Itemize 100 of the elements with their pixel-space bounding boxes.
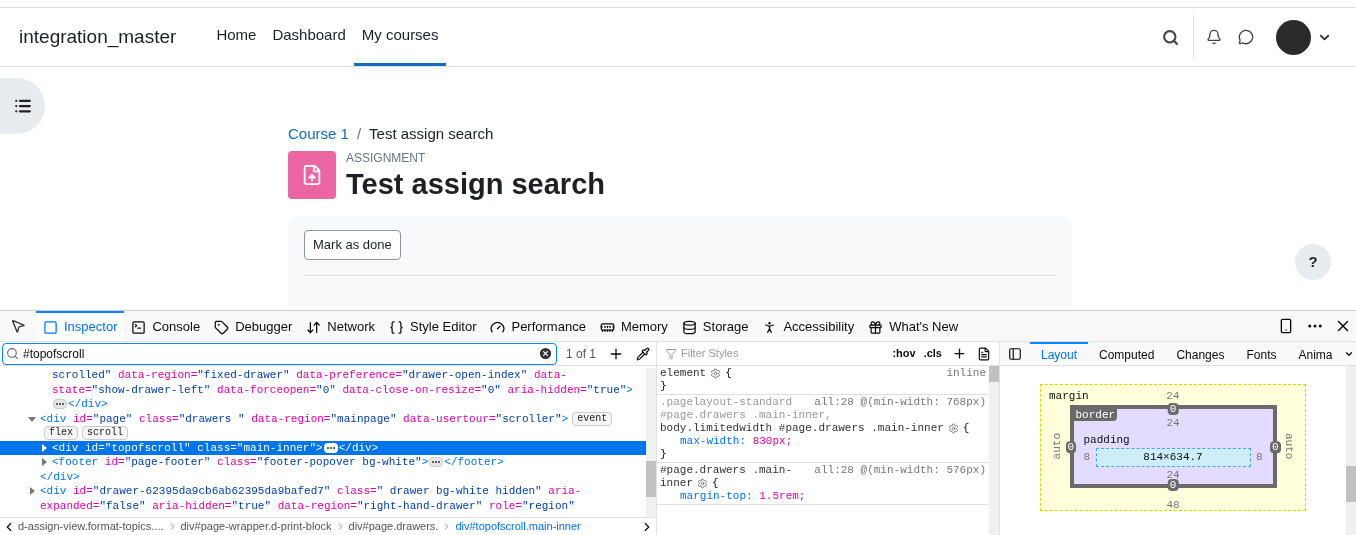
markup-attribute: role= xyxy=(487,498,522,514)
markup-tag: <div xyxy=(52,439,79,456)
rule-source[interactable]: inline xyxy=(938,367,986,380)
markup-value: "page" xyxy=(92,411,133,427)
devtools-tab[interactable]: Accessibility xyxy=(755,311,862,341)
help-button[interactable]: ? xyxy=(1295,244,1331,280)
rule-selector: body.limitedwidth #page.drawers .main-inner xyxy=(660,422,944,435)
match-count: 1 of 1 xyxy=(566,345,597,363)
breadcrumb-item[interactable]: d-assign-view.format-topics.... xyxy=(18,518,164,535)
markup-tag: > xyxy=(421,454,429,471)
element-picker-icon[interactable] xyxy=(10,318,26,334)
markup-value: "0" xyxy=(481,382,501,398)
search-icon[interactable] xyxy=(1162,28,1179,46)
breadcrumb-item[interactable]: div#topofscroll.main-inner xyxy=(455,518,581,535)
toggle-sidebar-icon[interactable] xyxy=(1008,346,1022,361)
rule-selector: #page.drawers .main-inner, xyxy=(660,409,832,422)
classes-toggle[interactable]: .cls xyxy=(923,345,942,362)
collapsed-content-icon[interactable] xyxy=(323,442,338,453)
markup-value: "show-drawer-left" xyxy=(91,382,211,398)
rule-selector: #page.drawers .main- xyxy=(660,464,793,477)
markup-row[interactable]: <div id="drawer-62395da9cb6ab62395da9bafed7" class=" drawer bg-white hidden" aria- xyxy=(0,484,646,499)
nav-link[interactable]: Dashboard xyxy=(264,8,354,66)
expand-toggle-icon[interactable] xyxy=(28,414,36,423)
rule-source[interactable]: all:28 @(min-width: 768px) xyxy=(806,396,986,409)
tab-icon xyxy=(214,319,230,335)
sidebar-tab[interactable]: Changes xyxy=(1165,342,1236,365)
markup-attribute: id= xyxy=(103,455,125,470)
breadcrumb-item[interactable]: div#page.drawers. xyxy=(348,518,439,535)
devtools-tab[interactable]: Debugger xyxy=(207,311,300,341)
markup-value: "true" xyxy=(231,498,272,514)
breadcrumb-item[interactable]: div#page-wrapper.d-print-block xyxy=(180,518,332,535)
content-size: 814×634.7 xyxy=(1095,448,1251,467)
chat-bubble-icon[interactable] xyxy=(1238,29,1254,45)
filter-field[interactable]: Filter Styles xyxy=(681,345,889,362)
rule-source[interactable]: all:28 @(min-width: 576px) xyxy=(806,464,986,477)
bell-icon[interactable] xyxy=(1206,29,1222,45)
margin-value: 48 xyxy=(1166,499,1180,511)
declaration[interactable]: max-width: 830px; xyxy=(660,435,986,448)
scrollbar-thumb[interactable] xyxy=(1346,466,1356,502)
devtools-tab[interactable]: Console xyxy=(124,311,208,341)
collapsed-content-icon[interactable] xyxy=(53,399,67,410)
markup-row[interactable]: <footer id="page-footer" class="footer-popover bg-white"> </footer> xyxy=(0,455,646,470)
sidebar-tab[interactable]: Computed xyxy=(1088,342,1166,365)
devtools-tab[interactable]: What's New xyxy=(861,311,966,341)
hover-states-toggle[interactable]: :hov xyxy=(892,345,916,362)
markup-badge[interactable]: flex xyxy=(44,426,78,441)
clear-icon[interactable] xyxy=(538,346,553,361)
tab-icon xyxy=(490,319,506,335)
scrollbar-thumb[interactable] xyxy=(646,461,656,497)
rule-brace: } xyxy=(660,448,668,461)
markup-value: "main-inner" xyxy=(236,440,317,456)
add-rule-icon[interactable] xyxy=(952,346,967,361)
tab-icon xyxy=(681,319,697,335)
devtools-tab[interactable]: Inspector xyxy=(36,311,125,341)
drawer-toggle-button[interactable] xyxy=(0,78,45,134)
markup-attribute: data-region= xyxy=(117,368,198,383)
markup-value: "fixed-drawer" xyxy=(197,368,290,383)
sidebar-tab[interactable]: Anima xyxy=(1287,342,1344,365)
responsive-design-icon[interactable] xyxy=(1278,318,1294,334)
document-icon[interactable] xyxy=(977,346,991,361)
margin-value: 24 xyxy=(1166,389,1180,402)
sidebar-tab[interactable]: Layout xyxy=(1030,342,1089,365)
markup-attribute: data-region= xyxy=(276,498,357,514)
activity-type: ASSIGNMENT xyxy=(346,150,427,167)
devtools-tab[interactable]: Storage xyxy=(674,311,756,341)
nav-link[interactable]: My courses xyxy=(353,8,447,66)
declaration[interactable]: margin-top: 1.5rem; xyxy=(660,490,986,503)
markup-attribute: id= xyxy=(84,440,105,456)
devtools-tab[interactable]: Memory xyxy=(592,311,675,341)
padding-value: 24 xyxy=(1166,416,1180,431)
site-brand[interactable]: integration_master xyxy=(19,22,177,52)
padding-value: 8 xyxy=(1083,450,1091,466)
nav-link[interactable]: Home xyxy=(208,8,265,66)
expand-toggle-icon[interactable] xyxy=(40,443,48,452)
markup-value: "false" xyxy=(99,498,146,514)
search-field[interactable]: #topofscroll xyxy=(2,342,557,365)
scrollbar-thumb[interactable] xyxy=(989,366,999,382)
breadcrumb-link[interactable]: Course 1 xyxy=(288,122,349,146)
sidebar-tab[interactable]: Fonts xyxy=(1235,342,1288,365)
devtools-tab[interactable]: Network xyxy=(299,311,382,341)
markup-badge[interactable]: scroll xyxy=(82,426,129,441)
markup-value: "page-footer" xyxy=(124,455,211,470)
devtools-tab[interactable]: Style Editor xyxy=(382,311,484,341)
markup-attribute: class= xyxy=(196,440,237,456)
markup-badge[interactable]: event xyxy=(572,411,613,426)
markup-row[interactable]: <div id="page" class="drawers " data-region="mainpage" data-usertour="scroller"> event xyxy=(0,411,646,426)
eyedropper-icon[interactable] xyxy=(636,346,651,361)
expand-toggle-icon[interactable] xyxy=(40,458,48,467)
box-label: margin xyxy=(1049,389,1089,402)
avatar[interactable] xyxy=(1276,19,1311,55)
collapsed-content-icon[interactable] xyxy=(429,457,444,468)
page-crumb-text[interactable]: Test assign search xyxy=(369,122,494,146)
devtools-tab[interactable]: Performance xyxy=(483,311,593,341)
expand-toggle-icon[interactable] xyxy=(28,487,36,496)
padding-value: 24 xyxy=(1166,468,1180,481)
markup-row[interactable]: <div id="topofscroll" class="main-inner"> </div> xyxy=(0,440,646,455)
mark-as-done-button[interactable]: Mark as done xyxy=(304,230,401,260)
markup-value: "drawer-62395da9cb6ab62395da9bafed7" xyxy=(92,484,331,499)
markup-tag: > xyxy=(316,439,323,456)
markup-attribute: aria- xyxy=(547,484,582,499)
